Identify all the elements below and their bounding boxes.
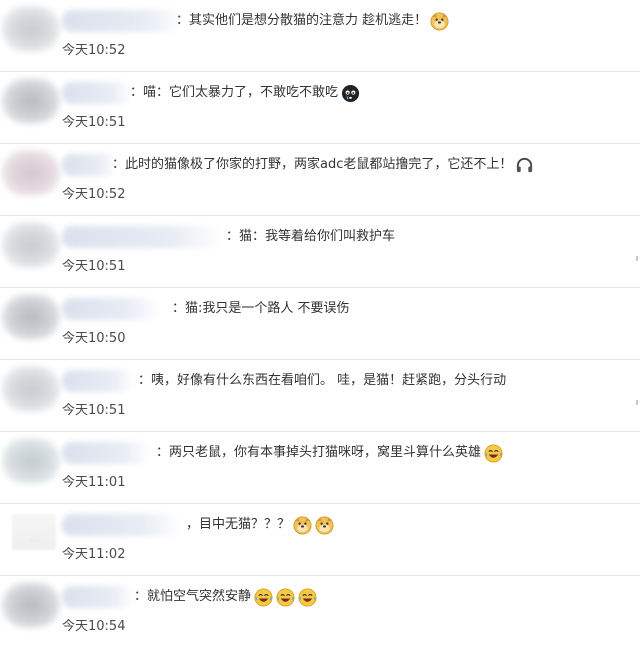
comment-time: 今天10:52	[62, 43, 126, 58]
avatar[interactable]	[2, 222, 60, 268]
comment-item: ：猫:我只是一个路人 不要误伤 今天10:50	[0, 288, 640, 360]
comment-item: ：两只老鼠，你有本事掉头打猫咪呀，窝里斗算什么英雄 今天11:01	[0, 432, 640, 504]
comment-list: ：其实他们是想分散猫的注意力 趁机逃走！ 今天10:52 ：喵：它们太暴力了，不…	[0, 0, 640, 658]
username-blurred[interactable]	[62, 82, 132, 104]
comment-item: ：其实他们是想分散猫的注意力 趁机逃走！ 今天10:52	[0, 0, 640, 72]
avatar[interactable]	[12, 514, 56, 550]
avatar[interactable]	[2, 78, 60, 124]
comment-time: 今天11:01	[62, 475, 126, 490]
comment-text: ：此时的猫像极了你家的打野，两家adc老鼠都站撸完了，它还不上！	[112, 155, 534, 175]
avatar[interactable]	[2, 438, 60, 484]
username-blurred[interactable]	[62, 154, 116, 176]
username-blurred[interactable]	[62, 298, 158, 320]
comment-text: ，目中无猫？？？	[186, 515, 334, 535]
comment-text: ：猫：我等着给你们叫救护车	[226, 229, 396, 244]
avatar[interactable]	[2, 366, 60, 412]
comment-item: ，目中无猫？？？ 今天11:02	[0, 504, 640, 576]
avatar[interactable]	[2, 294, 60, 340]
comment-text: ：咦，好像有什么东西在看咱们。 哇，是猫！赶紧跑，分头行动	[138, 373, 507, 388]
laughing-tears-icon	[298, 587, 317, 607]
avatar[interactable]	[2, 582, 60, 628]
comment-time: 今天10:51	[62, 115, 126, 130]
comment-item: ：咦，好像有什么东西在看咱们。 哇，是猫！赶紧跑，分头行动 今天10:51	[0, 360, 640, 432]
laughing-tears-icon	[484, 443, 503, 463]
username-blurred[interactable]	[62, 370, 134, 392]
comment-text: ：喵：它们太暴力了，不敢吃不敢吃	[130, 83, 360, 103]
comment-item: ：此时的猫像极了你家的打野，两家adc老鼠都站撸完了，它还不上！ 今天10:52	[0, 144, 640, 216]
comment-text: ：其实他们是想分散猫的注意力 趁机逃走！	[176, 11, 449, 31]
comment-item: ：就怕空气突然安静 今天10:54	[0, 576, 640, 648]
avatar[interactable]	[2, 150, 60, 196]
comment-text: ：猫:我只是一个路人 不要误伤	[172, 301, 350, 316]
username-blurred[interactable]	[62, 10, 182, 32]
username-blurred[interactable]	[62, 442, 150, 464]
username-blurred[interactable]	[62, 226, 222, 248]
doge-icon	[430, 11, 449, 31]
username-blurred[interactable]	[62, 586, 134, 608]
username-blurred[interactable]	[62, 514, 180, 536]
comment-time: 今天10:50	[62, 331, 126, 346]
laughing-tears-icon	[254, 587, 273, 607]
comment-time: 今天10:51	[62, 259, 126, 274]
comment-time: 今天10:52	[62, 187, 126, 202]
scrollbar-mark[interactable]	[636, 256, 638, 261]
comment-time: 今天10:54	[62, 619, 126, 634]
comment-text: ：两只老鼠，你有本事掉头打猫咪呀，窝里斗算什么英雄	[156, 443, 503, 463]
avatar[interactable]	[2, 6, 60, 52]
comment-time: 今天11:02	[62, 547, 126, 562]
doge-icon	[315, 515, 334, 535]
comment-item: ：喵：它们太暴力了，不敢吃不敢吃 今天10:51	[0, 72, 640, 144]
comment-item: ：猫：我等着给你们叫救护车 今天10:51	[0, 216, 640, 288]
comment-time: 今天10:51	[62, 403, 126, 418]
comment-text: ：就怕空气突然安静	[134, 587, 317, 607]
laughing-tears-icon	[276, 587, 295, 607]
doge-icon	[293, 515, 312, 535]
crying-face-icon	[341, 84, 360, 102]
scrollbar-mark[interactable]	[636, 400, 638, 405]
headphones-icon	[517, 157, 533, 172]
